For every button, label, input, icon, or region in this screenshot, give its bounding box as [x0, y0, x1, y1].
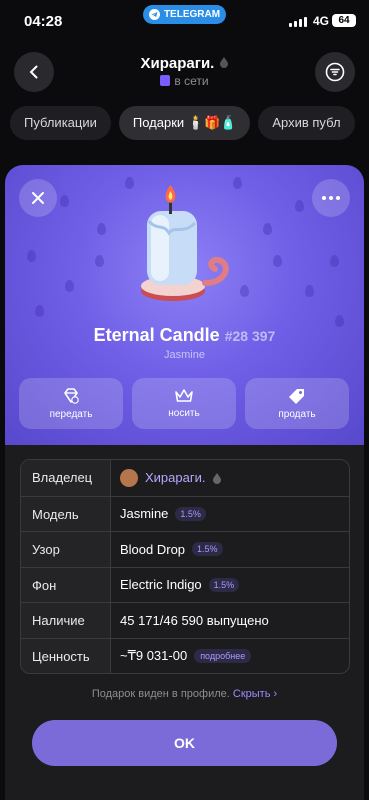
online-status: в сети	[174, 74, 209, 88]
chat-title-text: Хирараги.	[140, 55, 215, 72]
badge-icon	[160, 75, 171, 86]
value-amount: ~₸9 031-00	[120, 648, 188, 664]
detail-key: Модель	[21, 496, 111, 531]
drop-icon	[213, 472, 222, 484]
close-button[interactable]	[19, 179, 57, 217]
detail-value: ~₸9 031-00 подробнее	[111, 639, 349, 674]
detail-key: Фон	[21, 567, 111, 602]
table-row: Узор Blood Drop 1.5%	[21, 531, 349, 567]
battery-icon: 64	[332, 14, 356, 27]
more-button[interactable]	[312, 179, 350, 217]
table-row: Владелец Хирараги.	[21, 460, 349, 496]
gift-number: #28 397	[224, 328, 276, 344]
ok-button[interactable]: OK	[32, 720, 337, 766]
gift-modal: Eternal Candle #28 397 Jasmine передать …	[5, 165, 364, 800]
table-row: Фон Electric Indigo 1.5%	[21, 566, 349, 603]
pattern-value: Blood Drop	[120, 541, 186, 557]
telegram-label: TELEGRAM	[163, 9, 221, 20]
owner-link[interactable]: Хирараги.	[145, 460, 205, 495]
visibility-text: Подарок виден в профиле.	[91, 688, 230, 700]
rarity-badge: 1.5%	[192, 542, 223, 557]
tab-publications[interactable]: Публикации	[10, 106, 111, 140]
gift-hero: Eternal Candle #28 397 Jasmine передать …	[5, 165, 364, 445]
network-type: 4G	[312, 14, 329, 28]
sell-button[interactable]: продать	[245, 378, 349, 429]
hide-link[interactable]: Скрыть ›	[233, 688, 277, 700]
candle-image	[141, 185, 229, 301]
drop-icon	[219, 57, 228, 68]
wear-label: носить	[168, 408, 200, 419]
gift-details-table: Владелец Хирараги. Модель Jasmine 1.5% У…	[20, 459, 350, 674]
close-icon	[32, 192, 44, 204]
status-bar: 04:28 TELEGRAM 4G 64	[0, 0, 369, 40]
detail-key: Ценность	[21, 638, 111, 673]
detail-key: Наличие	[21, 603, 111, 638]
filter-button[interactable]	[315, 52, 355, 92]
rarity-badge: 1.5%	[175, 506, 206, 521]
clock: 04:28	[24, 13, 63, 30]
transfer-label: передать	[49, 409, 93, 420]
crown-icon	[175, 389, 193, 402]
table-row: Наличие 45 171/46 590 выпущено	[21, 602, 349, 638]
telegram-icon	[148, 9, 160, 20]
transfer-icon	[64, 388, 79, 404]
table-row: Модель Jasmine 1.5%	[21, 495, 349, 532]
chat-title: Хирараги.	[0, 55, 369, 72]
chat-status: в сети	[0, 74, 369, 88]
visibility-note: Подарок виден в профиле. Скрыть ›	[5, 688, 364, 700]
detail-value: 45 171/46 590 выпущено	[111, 603, 349, 638]
telegram-pill[interactable]: TELEGRAM	[143, 5, 226, 24]
gift-model: Jasmine	[164, 349, 205, 361]
gift-name: Eternal Candle	[93, 325, 220, 345]
tag-icon	[289, 389, 304, 404]
gift-title: Eternal Candle #28 397	[5, 325, 364, 346]
rarity-badge: 1.5%	[208, 577, 240, 592]
supply-value: 45 171/46 590 выпущено	[120, 612, 269, 628]
detail-value: Blood Drop 1.5%	[111, 532, 349, 567]
wear-button[interactable]: носить	[132, 378, 236, 429]
detail-value: Jasmine 1.5%	[111, 497, 349, 532]
model-value: Jasmine	[120, 506, 169, 522]
tab-gifts[interactable]: Подарки 🕯️🎁🧴	[118, 106, 251, 140]
signal-icon	[289, 17, 307, 27]
more-icon	[322, 196, 340, 200]
detail-key: Владелец	[21, 460, 111, 496]
transfer-button[interactable]: передать	[19, 378, 123, 429]
gift-emoji-icons: 🕯️🎁🧴	[187, 115, 237, 130]
detail-key: Узор	[21, 532, 111, 567]
details-link[interactable]: подробнее	[194, 648, 252, 663]
tab-archive[interactable]: Архив публ	[258, 106, 355, 140]
owner-value[interactable]: Хирараги.	[111, 460, 349, 496]
gift-actions: передать носить продать	[19, 378, 349, 429]
backdrop-value: Electric Indigo	[120, 577, 202, 593]
filter-icon	[325, 62, 345, 82]
sell-label: продать	[278, 409, 316, 420]
avatar	[120, 468, 138, 487]
profile-tabs: Публикации Подарки 🕯️🎁🧴 Архив публ	[10, 106, 355, 140]
table-row: Ценность ~₸9 031-00 подробнее	[21, 637, 349, 674]
detail-value: Electric Indigo 1.5%	[111, 568, 349, 603]
